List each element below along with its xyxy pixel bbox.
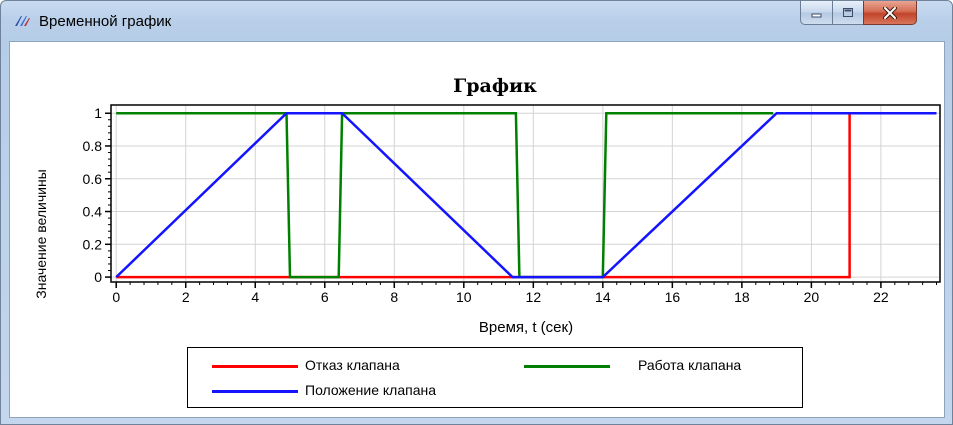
legend-label-otkaz: Отказ клапана	[305, 357, 400, 373]
window-title: Временной график	[39, 13, 172, 30]
minimize-icon	[811, 13, 821, 17]
legend-item-polozhenie: Положение клапана	[188, 382, 488, 400]
x-tick-label: 14	[595, 289, 611, 305]
chart-area: График Значение величины Время, t (сек) …	[9, 41, 945, 418]
legend-label-rabota: Работа клапана	[638, 357, 742, 373]
title-bar[interactable]: Временной график	[1, 1, 952, 41]
maximize-icon	[843, 8, 853, 17]
x-tick-label: 8	[390, 289, 398, 305]
y-tick-label: 0.6	[83, 171, 103, 187]
app-icon	[13, 13, 31, 29]
x-tick-label: 18	[734, 289, 750, 305]
x-tick-label: 6	[321, 289, 329, 305]
close-icon	[883, 6, 897, 19]
maximize-button[interactable]	[832, 1, 864, 25]
y-tick-label: 0.4	[83, 204, 103, 220]
y-axis-label: Значение величины	[33, 169, 49, 298]
y-tick-label: 0.8	[83, 138, 103, 154]
x-tick-label: 10	[456, 289, 472, 305]
legend-item-otkaz: Отказ клапана	[188, 357, 488, 375]
y-tick-label: 0.2	[83, 236, 103, 252]
legend-item-rabota: Работа клапана	[488, 357, 798, 375]
x-tick-label: 20	[804, 289, 820, 305]
y-tick-label: 1	[94, 105, 102, 121]
legend-line-blue	[212, 390, 298, 393]
x-tick-label: 4	[251, 289, 259, 305]
y-tick-label: 0	[94, 269, 102, 285]
x-tick-label: 0	[112, 289, 120, 305]
legend-label-polozhenie: Положение клапана	[305, 382, 436, 398]
x-tick-label: 16	[665, 289, 681, 305]
x-axis-label: Время, t (сек)	[479, 319, 573, 336]
minimize-button[interactable]	[800, 1, 833, 25]
legend-line-green	[524, 365, 610, 368]
chart-legend: Отказ клапана Работа клапана Положение к…	[187, 347, 803, 408]
x-tick-label: 2	[182, 289, 190, 305]
x-tick-label: 22	[873, 289, 889, 305]
close-button[interactable]	[863, 1, 917, 25]
chart-window: Временной график График Значение величин…	[0, 0, 953, 425]
plot-background	[111, 105, 940, 282]
legend-line-red	[212, 365, 298, 368]
x-tick-label: 12	[526, 289, 542, 305]
time-chart: График Значение величины Время, t (сек) …	[33, 75, 941, 336]
chart-title: График	[453, 75, 537, 97]
